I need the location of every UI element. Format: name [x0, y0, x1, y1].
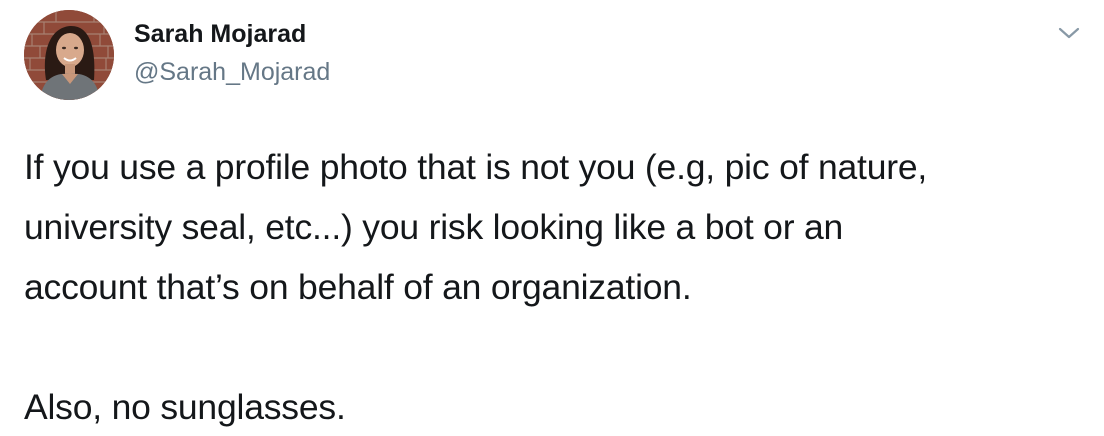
author-handle[interactable]: @Sarah_Mojarad	[134, 57, 330, 87]
tweet-text-line: If you use a profile photo that is not y…	[24, 147, 928, 187]
chevron-down-icon	[1058, 27, 1080, 39]
tweet-text: If you use a profile photo that is not y…	[24, 137, 1094, 436]
tweet-text-second-paragraph: Also, no sunglasses.	[24, 387, 346, 427]
tweet-text-line: university seal, etc...) you risk lookin…	[24, 207, 844, 247]
profile-photo	[24, 10, 114, 100]
avatar[interactable]	[24, 10, 114, 100]
tweet-card: Sarah Mojarad @Sarah_Mojarad If you use …	[0, 0, 1104, 436]
author-name[interactable]: Sarah Mojarad	[134, 19, 306, 49]
more-options-button[interactable]	[1054, 18, 1084, 48]
tweet-text-line: account that’s on behalf of an organizat…	[24, 267, 692, 307]
